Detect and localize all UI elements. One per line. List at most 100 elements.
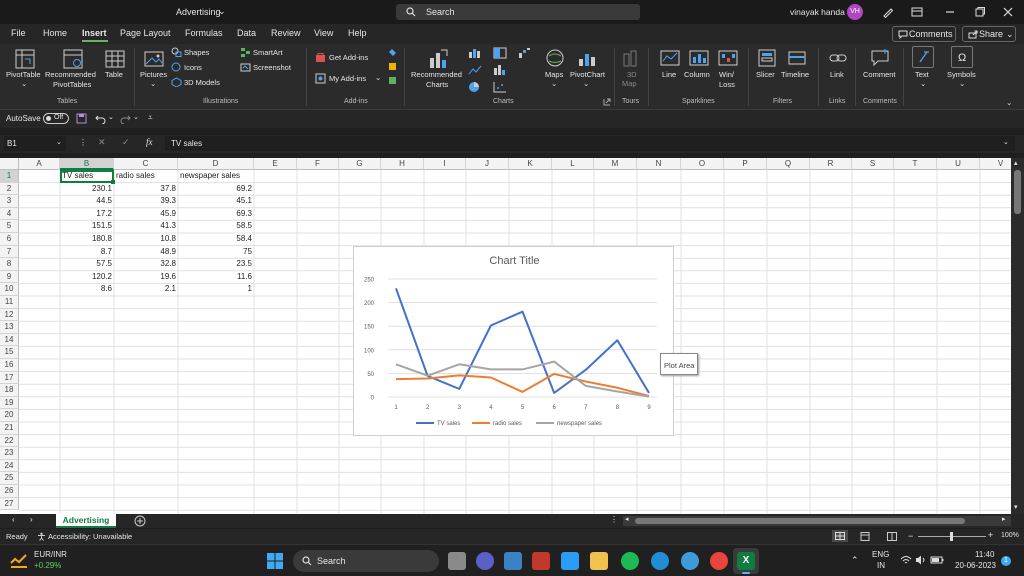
timeline-button[interactable]: Timeline (781, 70, 809, 80)
text-dropdown-icon[interactable]: ⌄ (920, 79, 926, 89)
column-header-v[interactable]: V (980, 158, 1011, 170)
column-header-m[interactable]: M (594, 158, 637, 170)
avatar[interactable]: VH (847, 4, 863, 20)
column-header-g[interactable]: G (339, 158, 381, 170)
cell-b4[interactable]: 17.2 (62, 208, 112, 221)
row-header-8[interactable]: 8 (0, 258, 19, 271)
symbols-dropdown-icon[interactable]: ⌄ (959, 79, 965, 89)
undo-dropdown-icon[interactable]: ⌄ (108, 113, 114, 121)
scroll-thumb[interactable] (1014, 170, 1021, 214)
restore-icon[interactable] (974, 6, 986, 18)
column-header-b[interactable]: B (60, 158, 114, 170)
accessibility-icon[interactable] (37, 532, 46, 541)
more-options-icon[interactable]: ⋮ (79, 138, 87, 147)
vertical-scrollbar[interactable]: ▴ ▾ (1011, 158, 1024, 514)
task-view-icon[interactable] (448, 552, 466, 570)
page-break-view-icon[interactable] (887, 532, 897, 541)
next-sheet-icon[interactable]: › (30, 515, 33, 524)
browser-app-icon[interactable] (681, 552, 699, 570)
pen-icon[interactable] (882, 6, 894, 18)
row-header-3[interactable]: 3 (0, 195, 19, 208)
row-header-10[interactable]: 10 (0, 283, 19, 296)
row-header-2[interactable]: 2 (0, 182, 19, 196)
column-header-a[interactable]: A (19, 158, 60, 170)
symbols-button-frame[interactable]: Ω (951, 46, 973, 68)
row-header-18[interactable]: 18 (0, 384, 19, 397)
cell-c8[interactable]: 32.8 (126, 258, 176, 271)
comment-button[interactable]: Comment (863, 70, 896, 80)
3d-map-line2[interactable]: Map (622, 79, 637, 89)
pie-chart-icon[interactable] (468, 81, 482, 93)
cell-d2[interactable]: 69.2 (202, 183, 252, 196)
prev-sheet-icon[interactable]: ‹ (12, 515, 15, 524)
sparkline-column-button[interactable]: Column (684, 70, 710, 80)
cell-b5[interactable]: 151.5 (62, 220, 112, 233)
bing-maps-icon[interactable] (388, 62, 397, 71)
normal-view-button[interactable] (832, 530, 848, 542)
visio-icon[interactable] (388, 48, 397, 57)
cell-c7[interactable]: 48.9 (126, 246, 176, 259)
menu-view[interactable]: View (314, 28, 333, 38)
spotify-icon[interactable] (621, 552, 639, 570)
pictures-dropdown-icon[interactable]: ⌄ (150, 79, 156, 89)
menu-help[interactable]: Help (348, 28, 367, 38)
close-icon[interactable] (1002, 6, 1014, 18)
cell-d4[interactable]: 69.3 (202, 208, 252, 221)
row-header-15[interactable]: 15 (0, 346, 19, 359)
cell-b9[interactable]: 120.2 (62, 271, 112, 284)
row-header-16[interactable]: 16 (0, 359, 19, 372)
row-header-26[interactable]: 26 (0, 485, 19, 498)
hscroll-thumb[interactable] (635, 518, 965, 524)
scatter-chart-icon[interactable] (493, 81, 507, 93)
menu-data[interactable]: Data (237, 28, 256, 38)
row-header-4[interactable]: 4 (0, 207, 19, 221)
menu-review[interactable]: Review (271, 28, 301, 38)
my-addins-dropdown-icon[interactable]: ⌄ (375, 73, 381, 83)
column-chart-icon[interactable] (468, 47, 482, 59)
title-dropdown-icon[interactable]: ⌄ (218, 6, 226, 17)
cell-c1[interactable]: radio sales (116, 170, 155, 183)
column-header-t[interactable]: T (894, 158, 937, 170)
share-button[interactable]: Share ⌄ (962, 26, 1016, 42)
scroll-left-icon[interactable]: ◂ (625, 515, 629, 523)
lens-app-icon[interactable] (561, 552, 579, 570)
table-button[interactable]: Table (105, 70, 123, 80)
zoom-level[interactable]: 100% (1001, 532, 1019, 539)
taskbar-search[interactable]: Search (293, 550, 439, 572)
name-box[interactable]: B1 ⌄ (4, 136, 66, 151)
cell-c2[interactable]: 37.8 (126, 183, 176, 196)
cell-b6[interactable]: 180.8 (62, 233, 112, 246)
row-header-20[interactable]: 20 (0, 409, 19, 422)
hierarchy-chart-icon[interactable] (493, 47, 507, 59)
pivotchart-dropdown-icon[interactable]: ⌄ (583, 79, 589, 89)
wifi-icon[interactable] (900, 555, 912, 565)
link-button[interactable]: Link (830, 70, 844, 80)
ribbon-display-icon[interactable] (911, 6, 923, 18)
clock-time[interactable]: 11:40 (975, 550, 994, 559)
cell-d9[interactable]: 11.6 (202, 271, 252, 284)
menu-home[interactable]: Home (43, 28, 67, 38)
column-header-c[interactable]: C (114, 158, 178, 170)
cell-d10[interactable]: 1 (202, 283, 252, 296)
text-button-frame[interactable] (912, 46, 934, 68)
column-header-i[interactable]: I (424, 158, 466, 170)
row-header-1[interactable]: 1 (0, 170, 19, 183)
row-header-25[interactable]: 25 (0, 472, 19, 485)
row-header-11[interactable]: 11 (0, 296, 19, 309)
3d-models-button[interactable]: 3D Models (184, 78, 220, 88)
select-all-corner[interactable] (0, 158, 19, 170)
worksheet[interactable]: ABCDEFGHIJKLMNOPQRSTUV 1 2 3 4 5 6 7 8 9 10 11 12 13… (0, 158, 1011, 514)
autosave-toggle[interactable]: Off (43, 113, 69, 124)
cell-d5[interactable]: 58.5 (202, 220, 252, 233)
fill-handle[interactable] (111, 180, 115, 184)
column-header-d[interactable]: D (178, 158, 254, 170)
scroll-down-icon[interactable]: ▾ (1014, 503, 1018, 511)
row-header-21[interactable]: 21 (0, 422, 19, 435)
row-header-6[interactable]: 6 (0, 233, 19, 246)
recommended-pivottables-line2[interactable]: PivotTables (53, 80, 91, 90)
sheet-tab-advertising[interactable]: Advertising (56, 514, 116, 528)
row-header-23[interactable]: 23 (0, 447, 19, 460)
name-box-dropdown-icon[interactable]: ⌄ (56, 138, 62, 146)
row-header-7[interactable]: 7 (0, 245, 19, 259)
scroll-up-icon[interactable]: ▴ (1014, 159, 1018, 167)
